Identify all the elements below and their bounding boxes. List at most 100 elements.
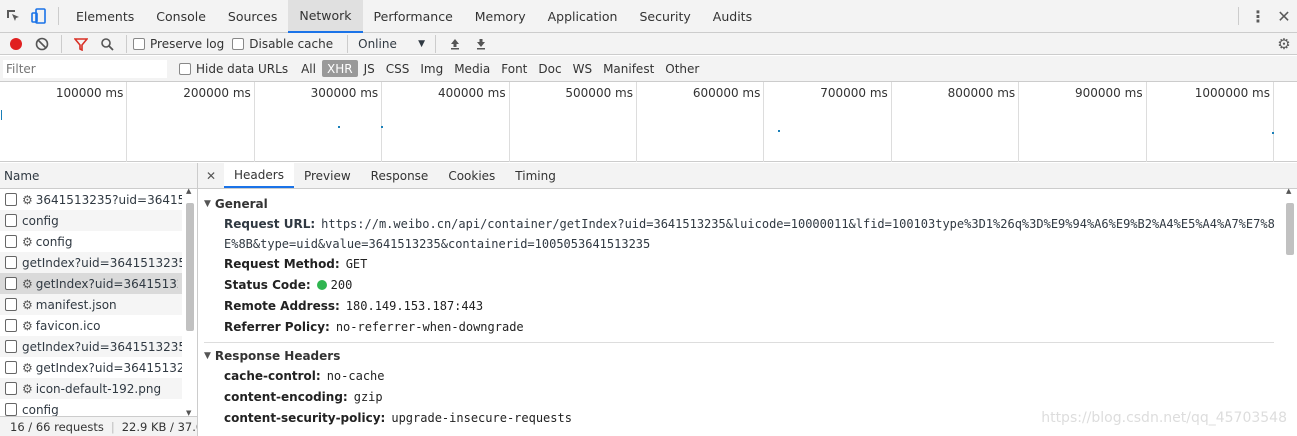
general-section-header[interactable]: ▼ General [198, 193, 1297, 214]
request-name: config [35, 234, 73, 249]
scrollbar-thumb[interactable] [1286, 203, 1294, 255]
request-list-scrollbar[interactable]: ▲ ▼ [184, 187, 196, 417]
detail-tab-timing[interactable]: Timing [505, 163, 566, 188]
import-har-icon[interactable] [442, 31, 468, 57]
filter-type-ws[interactable]: WS [568, 60, 597, 77]
tab-console[interactable]: Console [145, 0, 217, 33]
triangle-down-icon: ▼ [204, 198, 211, 209]
request-type-icon [5, 193, 17, 206]
cache-control-row: cache-control: no-cache [224, 369, 385, 383]
request-type-icon [5, 256, 17, 269]
request-name: manifest.json [35, 297, 117, 312]
tab-audits[interactable]: Audits [702, 0, 763, 33]
filter-type-other[interactable]: Other [660, 60, 704, 77]
request-name: favicon.ico [35, 318, 101, 333]
request-name: config [22, 213, 59, 228]
scroll-up-arrow-icon[interactable]: ▲ [1286, 187, 1291, 195]
request-row[interactable]: ⚙getIndex?uid=3641513235... [0, 357, 182, 378]
separator [347, 34, 349, 53]
timeline-mark [381, 126, 383, 128]
request-name: config [22, 402, 59, 417]
detail-tab-response[interactable]: Response [361, 163, 439, 188]
filter-type-js[interactable]: JS [359, 60, 380, 77]
request-row[interactable]: ⚙3641513235?uid=3641513... [0, 189, 182, 210]
service-worker-gear-icon: ⚙ [22, 360, 33, 375]
tab-sources[interactable]: Sources [217, 0, 288, 33]
service-worker-gear-icon: ⚙ [22, 297, 33, 312]
timeline-tick: 400000 ms [382, 82, 510, 162]
detail-tab-cookies[interactable]: Cookies [438, 163, 505, 188]
request-row[interactable]: ⚙getIndex?uid=3641513235... [0, 273, 182, 294]
filter-type-xhr[interactable]: XHR [321, 60, 358, 77]
request-name: getIndex?uid=3641513235&l... [22, 339, 182, 354]
request-row[interactable]: config [0, 210, 182, 231]
triangle-down-icon: ▼ [204, 350, 211, 361]
filter-type-img[interactable]: Img [415, 60, 448, 77]
separator [435, 34, 437, 53]
tab-security[interactable]: Security [628, 0, 701, 33]
disable-cache-checkbox[interactable]: Disable cache [232, 37, 333, 51]
hide-data-urls-checkbox[interactable]: Hide data URLs [179, 62, 288, 76]
tab-performance[interactable]: Performance [363, 0, 464, 33]
preserve-log-checkbox[interactable]: Preserve log [133, 37, 224, 51]
tab-elements[interactable]: Elements [65, 0, 145, 33]
remote-address-row: Remote Address: 180.149.153.187:443 [224, 299, 484, 313]
request-details: ✕ Headers Preview Response Cookies Timing ▼ G… [198, 163, 1297, 436]
request-row[interactable]: ⚙ icon-default-192.png [0, 378, 182, 399]
detail-tab-preview[interactable]: Preview [294, 163, 361, 188]
filter-type-all[interactable]: All [296, 60, 321, 77]
search-icon[interactable] [94, 31, 120, 57]
separator [126, 34, 127, 53]
filter-icon[interactable] [68, 31, 94, 57]
filter-type-media[interactable]: Media [449, 60, 495, 77]
close-devtools-icon[interactable]: ✕ [1271, 3, 1297, 29]
request-row[interactable]: getIndex?uid=3641513235&l... [0, 252, 182, 273]
device-toolbar-icon[interactable] [26, 3, 52, 29]
filter-type-font[interactable]: Font [496, 60, 532, 77]
settings-gear-icon[interactable]: ⚙ [1271, 31, 1297, 57]
response-headers-section-header[interactable]: ▼ Response Headers [198, 345, 1297, 366]
request-url-row: Request URL: https://m.weibo.cn/api/conta… [224, 217, 1275, 251]
service-worker-gear-icon: ⚙ [22, 318, 33, 333]
timeline-tick: 1000000 ms [1147, 82, 1274, 162]
timeline-overview: 100000 ms 200000 ms 300000 ms 400000 ms 5000… [0, 82, 1297, 162]
request-list: Name ⚙3641513235?uid=3641513...config⚙co… [0, 163, 198, 436]
filter-type-doc[interactable]: Doc [533, 60, 566, 77]
name-column-header[interactable]: Name [0, 163, 197, 189]
request-row[interactable]: getIndex?uid=3641513235&l... [0, 336, 182, 357]
scroll-up-arrow-icon[interactable]: ▲ [186, 187, 191, 195]
network-toolbar: Preserve log Disable cache Online ▼ ⚙ [0, 33, 1297, 55]
request-row[interactable]: ⚙ manifest.json [0, 294, 182, 315]
filter-type-manifest[interactable]: Manifest [598, 60, 659, 77]
timeline-tick: 900000 ms [1019, 82, 1147, 162]
status-ok-icon [316, 280, 327, 290]
details-scrollbar[interactable]: ▲ [1284, 187, 1296, 436]
tab-memory[interactable]: Memory [464, 0, 537, 33]
request-name: getIndex?uid=3641513235... [35, 276, 178, 291]
detail-tab-headers[interactable]: Headers [224, 163, 294, 188]
inspect-element-icon[interactable] [0, 3, 26, 29]
separator [1238, 7, 1239, 25]
tab-application[interactable]: Application [537, 0, 629, 33]
record-icon[interactable] [3, 31, 29, 57]
scrollbar-thumb[interactable] [186, 203, 194, 331]
request-type-icon [5, 214, 17, 227]
more-options-icon[interactable]: ⋮ [1245, 3, 1271, 29]
request-row[interactable]: ⚙ favicon.ico [0, 315, 182, 336]
detail-tabbar: ✕ Headers Preview Response Cookies Timing [198, 163, 1297, 189]
service-worker-gear-icon: ⚙ [22, 234, 33, 249]
timeline-mark [338, 126, 340, 128]
request-name: getIndex?uid=3641513235&l... [22, 255, 182, 270]
throttling-select[interactable]: Online ▼ [354, 37, 429, 51]
clear-icon[interactable] [29, 31, 55, 57]
filter-input[interactable] [3, 59, 167, 78]
tab-network[interactable]: Network [288, 0, 363, 33]
timeline-mark [1, 110, 2, 120]
service-worker-gear-icon: ⚙ [22, 381, 33, 396]
filter-type-css[interactable]: CSS [381, 60, 415, 77]
timeline-tick-label: 700000 ms [820, 86, 888, 100]
export-har-icon[interactable] [468, 31, 494, 57]
status-code-row: Status Code: 200 [224, 278, 353, 292]
close-details-icon[interactable]: ✕ [198, 169, 224, 183]
request-row[interactable]: ⚙ config [0, 231, 182, 252]
